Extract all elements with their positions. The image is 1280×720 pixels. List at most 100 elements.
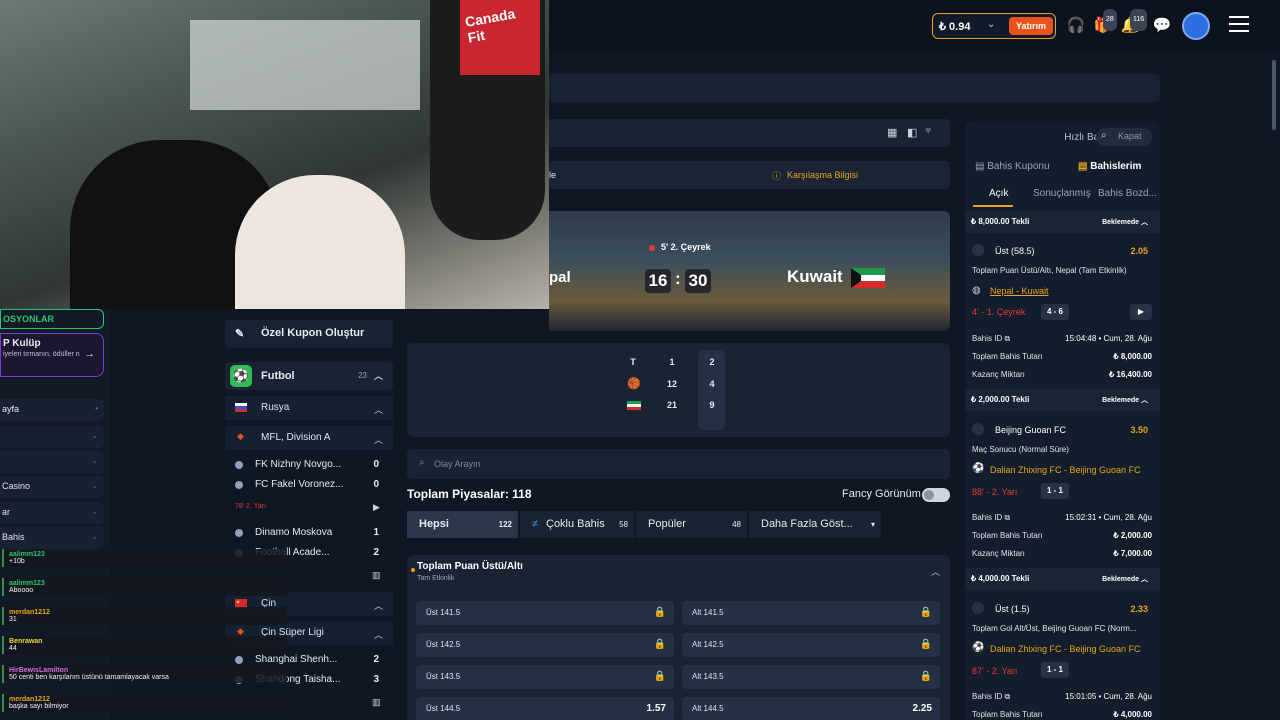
bet-header[interactable]: ₺ 4,000.00 Tekli Beklemede ︿ [965,568,1160,590]
tab-all-count: 122 [498,520,512,529]
bet-match-link[interactable]: Nepal - Kuwait [990,286,1049,296]
bet-match-link[interactable]: Dalian Zhixing FC - Beijing Guoan FC [990,465,1141,475]
odd-over-1415[interactable]: Üst 141.5 🔒 [416,601,674,625]
away-score: 30 [685,269,711,293]
sidebar-item-casino[interactable]: Casino ⌄ [0,476,104,498]
search-icon: ⌕ [1101,130,1107,141]
info-icon: ⓘ [772,171,782,181]
chat-text: 44 [9,645,17,652]
search-icon: ⌕ [419,457,425,468]
away-q1: 21 [666,400,677,410]
chat-icon[interactable]: 💬 [1152,16,1172,36]
market-subtitle: Tam Etkinlik [417,575,455,582]
search-input[interactable]: Olay Arayın [434,459,481,469]
play-icon[interactable]: ▶ [373,502,380,513]
stats-icon[interactable]: ▥ [372,697,381,708]
bet-status-label: Beklemede [1102,397,1140,404]
bet-header[interactable]: ₺ 8,000.00 Tekli Beklemede ︿ [965,211,1160,233]
breadcrumb [549,74,1160,102]
col-header-q2: 2 [709,357,715,367]
promotions-link[interactable]: OSYONLAR [0,309,104,329]
match-row[interactable]: Dinamo Moskova 1 [225,523,393,543]
sidebar-item[interactable]: ⌄ [0,451,104,473]
league-mfl[interactable]: ◆ MFL, Division A ︿ [225,426,393,450]
market-title[interactable]: Toplam Puan Üstü/Altı [417,561,523,572]
vip-club-card[interactable]: P Kulüp iyeleri tırmanın, ödüller n → [0,333,104,377]
chevron-down-icon: ⌄ [91,456,98,465]
chevron-up-icon[interactable]: ︿ [931,565,940,578]
sport-football[interactable]: ⚽ Futbol 23 ︿ [225,362,393,390]
ticket-icon: ▤ [975,161,985,172]
scrollbar[interactable] [1272,60,1276,130]
tab-betslip[interactable]: ▤ Bahis Kuponu [975,161,1050,172]
basketball-icon: 🏀 [627,378,641,390]
odd-under-1425[interactable]: Alt 142.5 🔒 [682,633,940,657]
subtab-open[interactable]: Açık [989,188,1008,199]
fancy-view-toggle[interactable] [922,488,950,502]
gift-icon[interactable]: 🎁28 [1093,9,1117,36]
split-view-icon[interactable]: ◧ [907,126,917,139]
match-row[interactable]: FC Fakel Voronez... 0 [225,475,393,495]
away-team-name: Kuwait [787,267,843,286]
chat-user: merdan1212 [9,609,50,616]
match-info-bar: le ⓘ Karşılaşma Bilgisi [549,161,950,189]
grid-view-icon[interactable]: ▦ [887,126,897,139]
copy-icon[interactable]: ⧉ [1004,513,1010,522]
odd-over-1435[interactable]: Üst 143.5 🔒 [416,665,674,689]
event-search[interactable]: ⌕ Olay Arayın [407,449,950,479]
sidebar-item[interactable]: ⌄ [0,426,104,448]
play-icon[interactable]: ▶ [1130,304,1152,320]
match-row[interactable]: FK Nizhny Novgo... 0 [225,455,393,475]
subtab-cashout[interactable]: Bahis Bozd... [1098,188,1157,199]
soccer-ball-icon: ⚽ [230,365,252,387]
odd-under-1415[interactable]: Alt 141.5 🔒 [682,601,940,625]
copy-icon[interactable]: ⧉ [1004,334,1010,343]
sidebar-item[interactable]: ar ⌄ [0,502,104,524]
odd-under-1435[interactable]: Alt 143.5 🔒 [682,665,940,689]
vip-subtitle: iyeleri tırmanın, ödüller n [3,351,80,358]
subtab-settled[interactable]: Sonuçlanmış [1033,188,1091,199]
chat-message: Benrawan 44 [2,636,287,654]
country-russia[interactable]: Rusya ︿ [225,396,393,420]
period-score-table: T 1 2 🏀 12 4 21 9 [407,343,950,437]
odd-label: Üst 141.5 [426,608,461,617]
sidebar-item-bahis[interactable]: Bahis ⌄ [0,527,104,549]
chat-text: 31 [9,616,17,623]
lock-icon: 🔒 [919,671,932,682]
chevron-down-icon: ⌄ [91,481,98,490]
gift-badge: 28 [1103,9,1117,31]
chevron-up-icon[interactable]: ︿ [374,369,383,382]
chevron-down-icon[interactable]: ⌄ [987,19,995,30]
team-score: 3 [373,674,379,685]
close-button[interactable]: ⌕ Kapat [1096,128,1152,146]
chevron-up-icon: ︿ [373,601,383,611]
balance-box[interactable]: ₺ 0.94 ⌄ Yatırım [932,13,1056,39]
stats-icon[interactable]: ▥ [372,570,381,581]
deposit-button[interactable]: Yatırım [1009,17,1053,35]
tab-all[interactable]: Hepsi 122 [407,511,518,538]
match-info-tab[interactable]: Karşılaşma Bilgisi [787,170,858,180]
copy-icon[interactable]: ⧉ [1004,692,1010,701]
headset-icon[interactable]: 🎧 [1066,16,1086,36]
bet-id-text: Bahis ID [972,513,1003,522]
bet-header[interactable]: ₺ 2,000.00 Tekli Beklemede ︿ [965,389,1160,411]
avatar[interactable] [1182,12,1210,40]
bell-icon[interactable]: 🔔116 [1120,9,1148,36]
tab-popular[interactable]: Popüler 48 [636,511,747,538]
bet-status: Beklemede ︿ [1102,574,1148,584]
tab-my-bets[interactable]: ▤ Bahislerim [1078,161,1141,172]
tab-show-more[interactable]: Daha Fazla Göst... ▾ [749,511,881,538]
bet-match-link[interactable]: Dalian Zhixing FC - Beijing Guoan FC [990,644,1141,654]
hamburger-menu-icon[interactable] [1229,16,1249,36]
heart-icon[interactable]: ♥ [925,125,932,137]
tab-multi-bet[interactable]: ≠ Çoklu Bahis 58 [520,511,634,538]
fancy-view-label: Fancy Görünüm [842,488,921,500]
odd-under-1445[interactable]: Alt 144.5 2.25 [682,697,940,720]
custom-coupon-button[interactable]: ✎ Özel Kupon Oluştur [225,320,393,348]
chevron-down-icon: ⌄ [91,532,98,541]
info-tab-left[interactable]: le [549,170,556,180]
odd-over-1425[interactable]: Üst 142.5 🔒 [416,633,674,657]
tab-multi-bet-count: 58 [619,520,628,529]
sidebar-item-home[interactable]: ayfa • [0,399,104,421]
odd-over-1445[interactable]: Üst 144.5 1.57 [416,697,674,720]
